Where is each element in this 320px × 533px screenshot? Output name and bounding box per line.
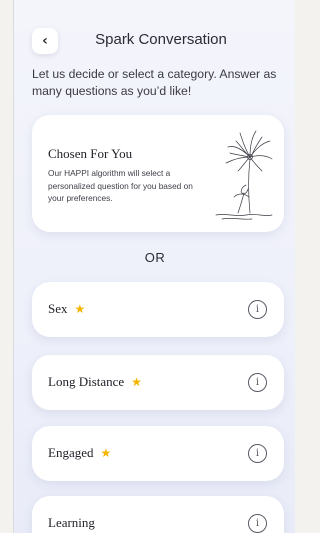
category-name: Long Distance (48, 374, 125, 389)
intro-text: Let us decide or select a category. Answ… (32, 67, 277, 98)
category-card-learning[interactable]: Learning i (32, 496, 284, 533)
category-name: Learning (48, 515, 95, 530)
page-title: Spark Conversation (95, 31, 227, 48)
category-name: Sex (48, 301, 68, 316)
or-divider: OR (144, 250, 166, 265)
category-card-long-distance[interactable]: Long Distance ★ i (32, 355, 284, 410)
category-card-engaged[interactable]: Engaged ★ i (32, 426, 284, 481)
header: ‹ Spark Conversation (14, 28, 295, 56)
info-icon[interactable]: i (248, 444, 267, 463)
category-label: Long Distance ★ (48, 374, 142, 390)
category-label: Learning (48, 515, 95, 531)
category-label: Engaged ★ (48, 445, 111, 461)
category-card-sex[interactable]: Sex ★ i (32, 282, 284, 337)
category-name: Engaged (48, 445, 94, 460)
chosen-card-title: Chosen For You (48, 146, 133, 161)
info-icon[interactable]: i (248, 300, 267, 319)
flower-illustration (215, 130, 273, 220)
chosen-card-description: Our HAPPI algorithm will select a person… (48, 168, 193, 203)
info-icon[interactable]: i (248, 514, 267, 533)
info-icon[interactable]: i (248, 373, 267, 392)
category-label: Sex ★ (48, 301, 85, 317)
star-icon: ★ (131, 375, 142, 389)
spark-conversation-screen: ‹ Spark Conversation Let us decide or se… (13, 0, 295, 533)
chosen-for-you-card[interactable]: Chosen For You Our HAPPI algorithm will … (32, 115, 284, 232)
star-icon: ★ (100, 446, 112, 460)
star-icon: ★ (74, 302, 86, 316)
